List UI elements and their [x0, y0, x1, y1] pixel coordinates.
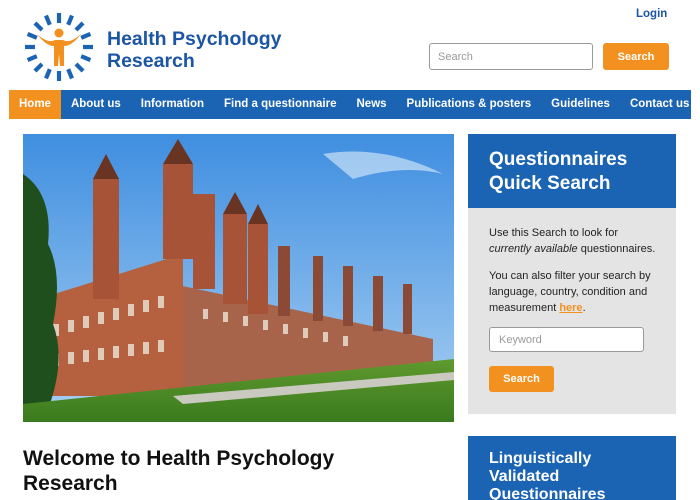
- welcome-heading-line-2: Research: [23, 472, 118, 495]
- lv-title-line-1: Linguistically: [489, 450, 592, 467]
- lv-title-line-2: Validated: [489, 468, 560, 485]
- quick-search-title-line-1: Questionnaires: [489, 149, 628, 170]
- search-input[interactable]: [429, 43, 593, 70]
- logo-icon[interactable]: [22, 10, 96, 84]
- nav-item-home[interactable]: Home: [9, 90, 61, 119]
- quick-search-body: Use this Search to look for currently av…: [468, 208, 676, 392]
- quick-search-intro-b: questionnaires.: [577, 243, 656, 255]
- quick-search-intro-em: currently available: [489, 243, 578, 255]
- quick-search-button[interactable]: Search: [489, 366, 554, 392]
- hero-image: [23, 134, 454, 422]
- nav-item-news[interactable]: News: [347, 90, 397, 119]
- lv-title-line-3: Questionnaires: [489, 486, 606, 500]
- quick-search-filter-end: .: [582, 302, 586, 314]
- login-link[interactable]: Login: [636, 8, 667, 20]
- quick-search-title-line-2: Quick Search: [489, 173, 611, 194]
- main-nav: Home About us Information Find a questio…: [9, 90, 691, 119]
- welcome-heading-line-1: Welcome to Health Psychology: [23, 447, 335, 470]
- quick-search-intro: Use this Search to look for currently av…: [489, 225, 664, 257]
- nav-item-about-us[interactable]: About us: [61, 90, 131, 119]
- nav-item-find-questionnaire[interactable]: Find a questionnaire: [214, 90, 346, 119]
- brand-line-1: Health Psychology: [107, 28, 282, 50]
- page: Login Health Psychology Research Search …: [0, 0, 700, 500]
- quick-search-panel: Questionnaires Quick Search Use this Sea…: [468, 134, 676, 414]
- brand-line-2: Research: [107, 50, 195, 72]
- linguistically-validated-panel[interactable]: Linguistically Validated Questionnaires: [468, 436, 676, 500]
- nav-item-information[interactable]: Information: [131, 90, 214, 119]
- brand-name[interactable]: Health Psychology Research: [107, 28, 281, 72]
- quick-search-header: Questionnaires Quick Search: [468, 134, 676, 208]
- quick-search-filter-text: You can also filter your search by langu…: [489, 268, 664, 316]
- nav-item-contact-us[interactable]: Contact us: [620, 90, 699, 119]
- keyword-input[interactable]: [489, 327, 644, 352]
- quick-search-intro-a: Use this Search to look for: [489, 227, 619, 239]
- filter-here-link[interactable]: here: [559, 302, 582, 314]
- nav-item-publications[interactable]: Publications & posters: [397, 90, 542, 119]
- search-button[interactable]: Search: [603, 43, 669, 70]
- nav-item-guidelines[interactable]: Guidelines: [541, 90, 620, 119]
- welcome-heading: Welcome to Health Psychology Research: [23, 446, 383, 496]
